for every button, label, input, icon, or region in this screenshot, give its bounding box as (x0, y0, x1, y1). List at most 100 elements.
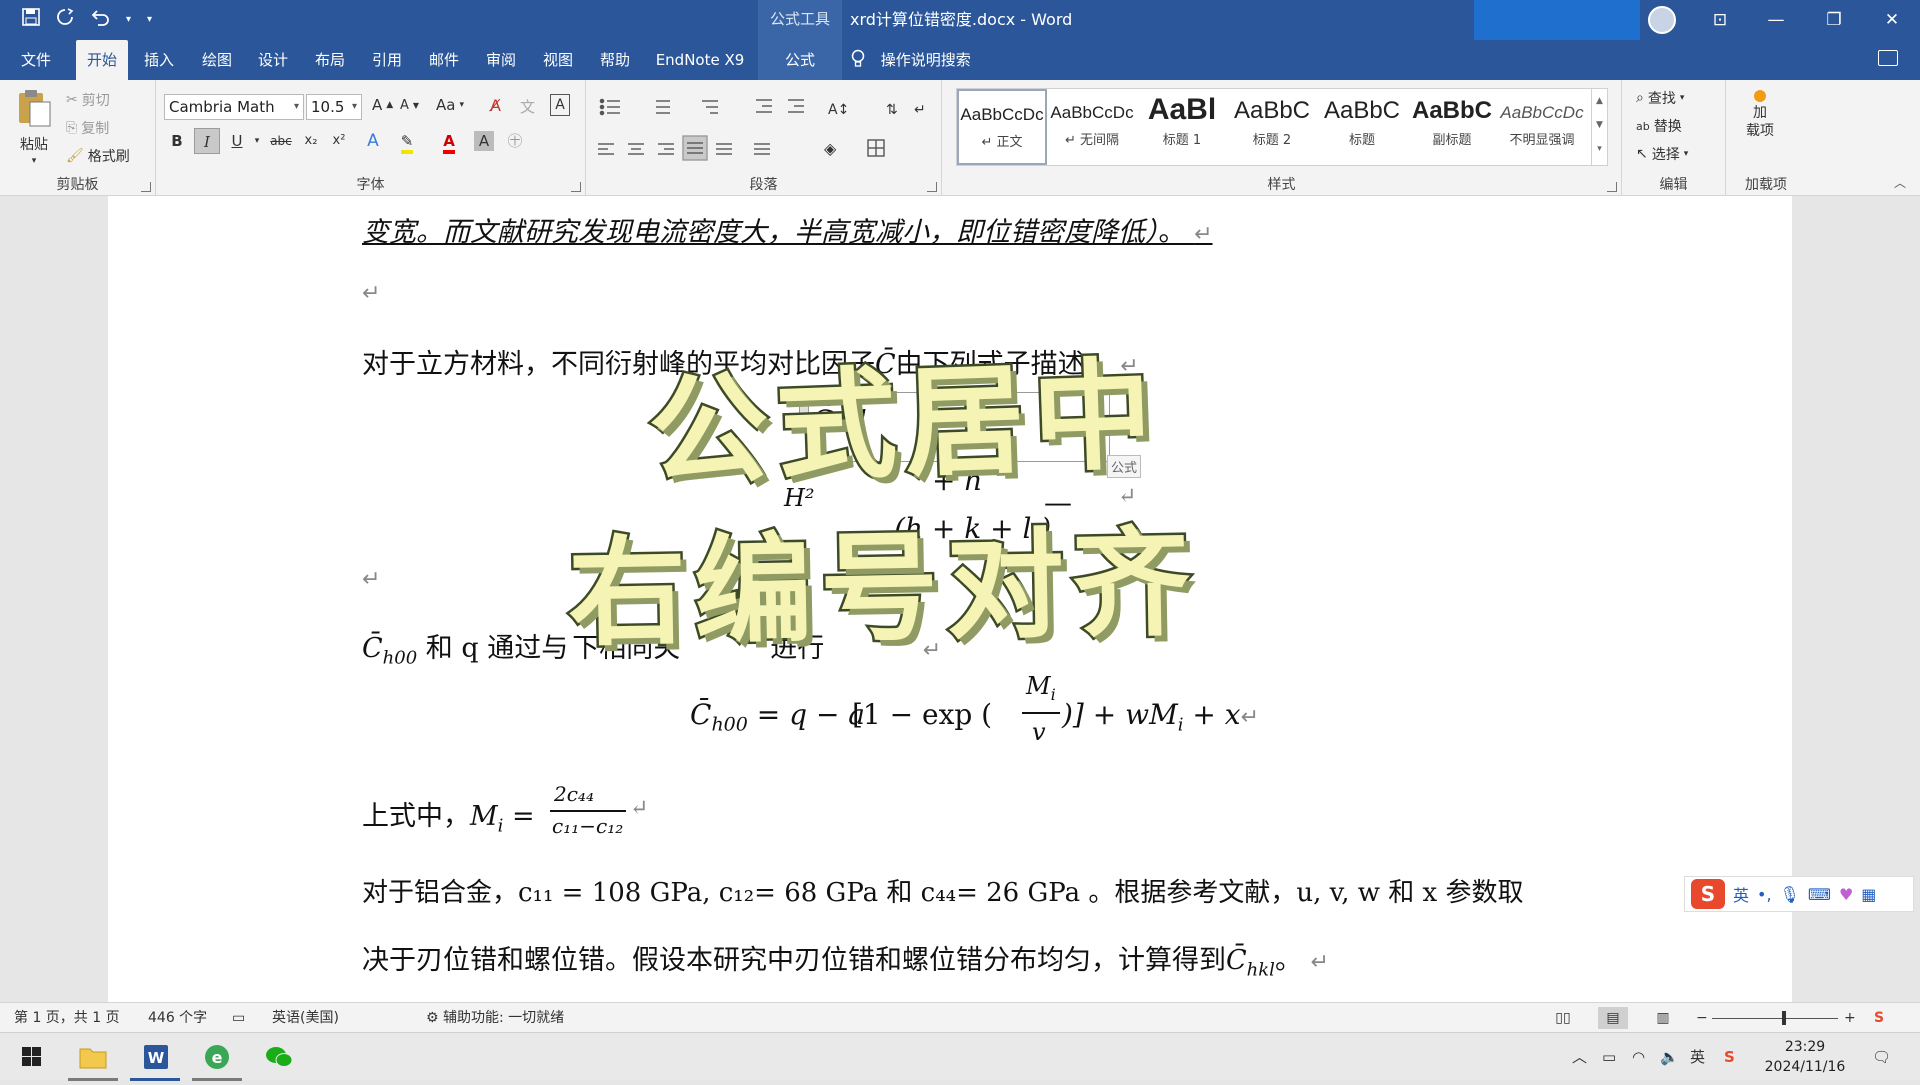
style-heading-1[interactable]: AaBl 标题 1 (1137, 89, 1227, 165)
ime-punctuation[interactable]: •, (1757, 885, 1772, 904)
style-subtle-emphasis[interactable]: AaBbCcDc 不明显强调 (1497, 89, 1587, 165)
tab-references[interactable]: 引用 (364, 40, 410, 80)
style-normal[interactable]: AaBbCcDc ↵ 正文 (957, 89, 1047, 165)
keyboard-icon[interactable]: ⌨ (1808, 885, 1831, 904)
enclose-character-icon[interactable]: ㊉ (502, 128, 528, 154)
font-name-box[interactable]: Cambria Math ▾ (164, 94, 304, 120)
shrink-font-button[interactable]: A ▼ (400, 98, 419, 113)
undo-dropdown-icon[interactable]: ▾ (126, 14, 131, 25)
bold-button[interactable]: B (164, 128, 190, 154)
text-effects-icon[interactable]: A (360, 128, 386, 154)
clock[interactable]: 23:29 2024/11/16 (1750, 1037, 1860, 1077)
read-mode-icon[interactable]: ▯▯ (1548, 1007, 1578, 1029)
strikethrough-button[interactable]: abc (268, 128, 294, 154)
autosave-icon[interactable] (56, 8, 74, 31)
grow-font-button[interactable]: A ▲ (372, 96, 393, 114)
wechat-button[interactable] (250, 1033, 308, 1081)
styles-launcher[interactable] (1607, 182, 1617, 192)
tab-endnote[interactable]: EndNote X9 (652, 40, 748, 80)
size-dropdown-icon[interactable]: ▾ (352, 95, 357, 119)
underline-dropdown-icon[interactable]: ▾ (244, 128, 270, 154)
font-dropdown-icon[interactable]: ▾ (294, 95, 299, 119)
font-launcher[interactable] (571, 182, 581, 192)
paragraph-launcher[interactable] (927, 182, 937, 192)
file-explorer-button[interactable] (64, 1033, 122, 1081)
ime-language[interactable]: 英 (1733, 882, 1749, 906)
document-page[interactable]: 变宽。而文献研究发现电流密度大，半高宽减小，即位错密度降低）。 ↵ ↵ 对于立方… (108, 196, 1792, 1002)
sogou-status-icon[interactable]: S (1874, 1003, 1884, 1033)
tab-mailings[interactable]: 邮件 (421, 40, 467, 80)
browser-button[interactable]: e (188, 1033, 246, 1081)
zoom-in-button[interactable]: + (1844, 1003, 1856, 1033)
tab-home[interactable]: 开始 (76, 40, 128, 80)
style-no-spacing[interactable]: AaBbCcDc ↵ 无间隔 (1047, 89, 1137, 165)
start-button[interactable] (2, 1033, 60, 1081)
save-icon[interactable] (22, 8, 40, 31)
font-color-icon[interactable]: A (436, 128, 462, 154)
zoom-out-button[interactable]: − (1696, 1003, 1708, 1033)
find-button[interactable]: ⌕ 查找 ▾ (1636, 88, 1684, 108)
accessibility-status[interactable]: ⚙ 辅助功能: 一切就绪 (426, 1003, 564, 1033)
word-app-button[interactable]: W (126, 1033, 184, 1081)
clipboard-launcher[interactable] (141, 182, 151, 192)
tab-review[interactable]: 审阅 (478, 40, 524, 80)
tab-design[interactable]: 设计 (250, 40, 296, 80)
ribbon-display-options-button[interactable]: ⊡ (1692, 0, 1748, 40)
copy-button[interactable]: ⎘ 复制 (66, 118, 109, 138)
addins-button[interactable]: 加 载项 (1746, 90, 1774, 140)
minimize-button[interactable]: — (1748, 0, 1804, 40)
skin-icon[interactable]: ♥ (1839, 885, 1853, 904)
replace-button[interactable]: ab 替换 (1636, 116, 1682, 136)
character-shading-icon[interactable]: A (474, 131, 494, 151)
battery-icon[interactable]: ▭ (1602, 1033, 1616, 1081)
volume-icon[interactable]: 🔈 (1660, 1033, 1679, 1081)
word-count[interactable]: 446 个字 (148, 1003, 207, 1033)
style-subtitle[interactable]: AaBbC 副标题 (1407, 89, 1497, 165)
style-title[interactable]: AaBbC 标题 (1317, 89, 1407, 165)
tab-draw[interactable]: 绘图 (194, 40, 240, 80)
font-size-box[interactable]: 10.5 ▾ (306, 94, 362, 120)
undo-icon[interactable] (90, 8, 110, 31)
style-gallery-scroll[interactable]: ▲ ▼ ▾ (1591, 89, 1607, 165)
wifi-icon[interactable]: ◠ (1632, 1033, 1645, 1081)
tray-overflow-icon[interactable]: ︿ (1572, 1033, 1587, 1081)
highlight-icon[interactable]: ✎ (394, 128, 420, 154)
clear-formatting-icon[interactable]: A̸ (490, 96, 501, 115)
sogou-logo-icon[interactable]: S (1691, 879, 1725, 909)
web-layout-icon[interactable]: ▥ (1648, 1007, 1678, 1029)
language-status[interactable]: 英语(美国) (272, 1003, 339, 1033)
paragraph-tools[interactable]: A↕ ⇅ ↵ ◈ (596, 94, 936, 164)
microphone-icon[interactable]: 🎙 (1780, 885, 1800, 904)
paste-button[interactable]: 粘贴 ▾ (16, 88, 52, 166)
tab-insert[interactable]: 插入 (136, 40, 182, 80)
superscript-button[interactable]: x² (326, 128, 352, 154)
subscript-button[interactable]: x₂ (298, 128, 324, 154)
ime-toolbar[interactable]: S 英 •, 🎙 ⌨ ♥ ▦ (1684, 876, 1914, 912)
tray-sogou-icon[interactable]: S (1724, 1033, 1735, 1081)
paste-dropdown-icon[interactable]: ▾ (32, 156, 37, 166)
print-layout-icon[interactable]: ▤ (1598, 1007, 1628, 1029)
tell-me-search[interactable]: 操作说明搜索 (850, 40, 971, 80)
cut-button[interactable]: ✂ 剪切 (66, 90, 110, 110)
comments-icon[interactable] (1878, 50, 1898, 66)
tab-file[interactable]: 文件 (10, 40, 62, 80)
tab-view[interactable]: 视图 (535, 40, 581, 80)
tab-layout[interactable]: 布局 (307, 40, 353, 80)
proofing-icon[interactable]: ▭ (232, 1003, 245, 1033)
zoom-slider[interactable] (1712, 1018, 1838, 1019)
user-avatar[interactable] (1648, 6, 1676, 34)
close-button[interactable]: ✕ (1864, 0, 1920, 40)
style-heading-2[interactable]: AaBbC 标题 2 (1227, 89, 1317, 165)
format-painter-button[interactable]: 🖌 格式刷 (66, 146, 130, 166)
zoom-slider-thumb[interactable] (1782, 1011, 1786, 1025)
restore-button[interactable]: ❐ (1806, 0, 1862, 40)
character-border-icon[interactable]: A (550, 94, 570, 116)
tab-equation[interactable]: 公式 (758, 40, 842, 80)
change-case-button[interactable]: Aa ▾ (436, 96, 464, 114)
customize-qat-icon[interactable]: ▾ (147, 14, 152, 25)
tab-help[interactable]: 帮助 (592, 40, 638, 80)
page-count[interactable]: 第 1 页，共 1 页 (14, 1003, 120, 1033)
italic-button[interactable]: I (194, 128, 220, 154)
collapse-ribbon-icon[interactable]: ︿ (1894, 174, 1906, 191)
notification-icon[interactable]: 🗨 (1872, 1033, 1891, 1081)
